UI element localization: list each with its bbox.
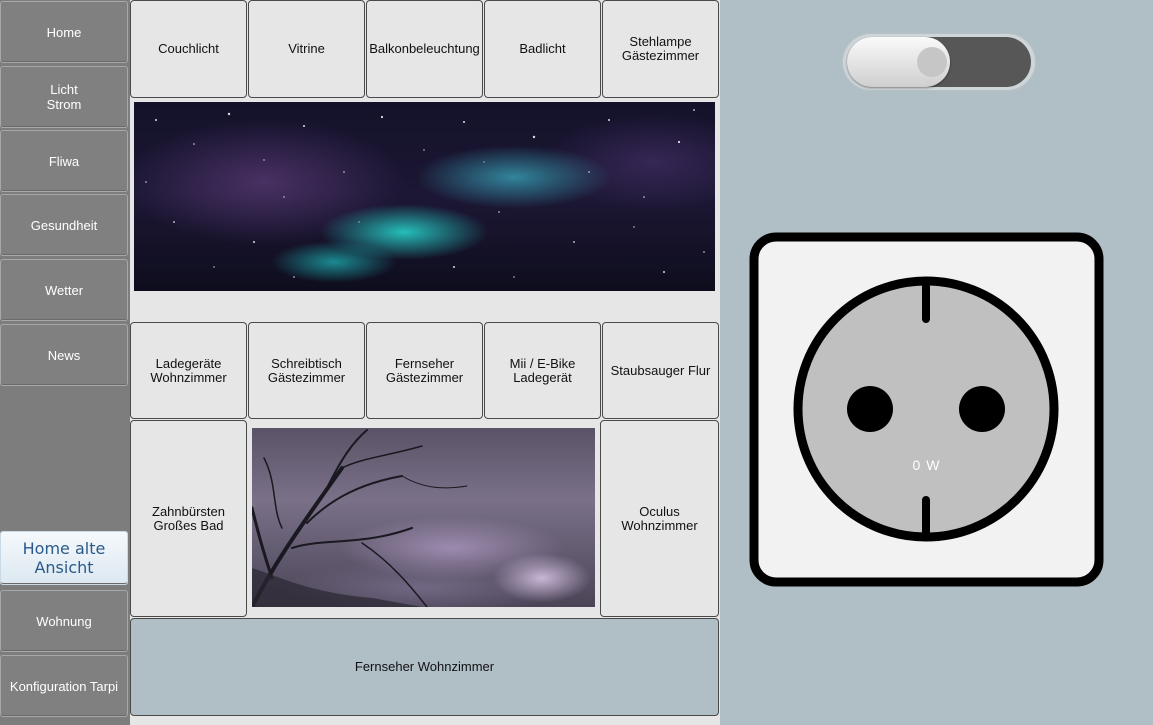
tile-schreibtisch-gaestezimmer[interactable]: Schreibtisch Gästezimmer xyxy=(248,322,365,419)
nav-home-alte-ansicht[interactable]: Home alte Ansicht xyxy=(0,531,128,585)
nav-licht-strom[interactable]: Licht Strom xyxy=(0,66,128,128)
tile-oculus-wohnzimmer[interactable]: Oculus Wohnzimmer xyxy=(600,420,719,617)
tile-mii-ebike-ladegeraet[interactable]: Mii / E-Bike Ladegerät xyxy=(484,322,601,419)
power-toggle-switch[interactable] xyxy=(842,33,1036,91)
toggle-knob xyxy=(847,37,950,87)
nav-konfiguration-tarpi[interactable]: Konfiguration Tarpi xyxy=(0,655,128,717)
nav-home[interactable]: Home xyxy=(0,1,128,63)
nav-wohnung[interactable]: Wohnung xyxy=(0,590,128,652)
tile-couchlicht[interactable]: Couchlicht xyxy=(130,0,247,98)
branches-overlay xyxy=(252,429,468,607)
storm-clouds-branches-image xyxy=(252,428,595,607)
sidebar-nav: Home Licht Strom Fliwa Gesundheit Wetter… xyxy=(0,0,130,725)
tile-fernseher-gaestezimmer[interactable]: Fernseher Gästezimmer xyxy=(366,322,483,419)
tile-fernseher-wohnzimmer[interactable]: Fernseher Wohnzimmer xyxy=(130,618,719,716)
power-reading: 0 W xyxy=(912,457,941,473)
tile-badlicht[interactable]: Badlicht xyxy=(484,0,601,98)
tile-balkonbeleuchtung[interactable]: Balkonbeleuchtung xyxy=(366,0,483,98)
stars-overlay xyxy=(145,109,705,278)
tile-stehlampe-gaestezimmer[interactable]: Stehlampe Gästezimmer xyxy=(602,0,719,98)
nav-gesundheit[interactable]: Gesundheit xyxy=(0,194,128,256)
nav-wetter[interactable]: Wetter xyxy=(0,259,128,321)
nav-fliwa[interactable]: Fliwa xyxy=(0,130,128,192)
aurora-night-sky-image xyxy=(134,102,715,291)
nav-news[interactable]: News xyxy=(0,324,128,386)
toggle-knob-dot xyxy=(917,47,947,77)
tile-vitrine[interactable]: Vitrine xyxy=(248,0,365,98)
tile-zahnbuersten-grosses-bad[interactable]: Zahnbürsten Großes Bad xyxy=(130,420,247,617)
tile-ladegeraete-wohnzimmer[interactable]: Ladegeräte Wohnzimmer xyxy=(130,322,247,419)
power-socket-icon[interactable]: 0 W xyxy=(748,231,1105,588)
main-grid: Couchlicht Vitrine Balkonbeleuchtung Bad… xyxy=(130,0,720,725)
tile-staubsauger-flur[interactable]: Staubsauger Flur xyxy=(602,322,719,419)
